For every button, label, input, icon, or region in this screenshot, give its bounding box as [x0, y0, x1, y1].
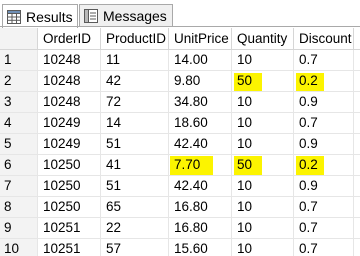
table-row: 4 10249 14 18.60 10 0.7	[0, 113, 360, 134]
table-row: 5 10249 51 42.40 10 0.9	[0, 134, 360, 155]
cell-quantity[interactable]: 10	[232, 134, 294, 154]
row-number[interactable]: 6	[0, 155, 38, 175]
row-number[interactable]: 9	[0, 218, 38, 238]
row-number[interactable]: 1	[0, 50, 38, 70]
cell-unitprice[interactable]: 34.80	[169, 92, 232, 112]
cell-orderid[interactable]: 10251	[38, 239, 101, 256]
cell-unitprice[interactable]: 18.60	[169, 113, 232, 133]
cell-quantity[interactable]: 10	[232, 197, 294, 217]
table-row: 8 10250 65 16.80 10 0.7	[0, 197, 360, 218]
table-row: 3 10248 72 34.80 10 0.9	[0, 92, 360, 113]
cell-productid[interactable]: 57	[101, 239, 169, 256]
cell-discount[interactable]: 0.7	[294, 50, 354, 70]
cell-discount[interactable]: 0.9	[294, 176, 354, 196]
corner-cell[interactable]	[0, 28, 38, 49]
cell-discount[interactable]: 0.2	[294, 155, 354, 175]
messages-icon	[84, 8, 98, 23]
column-header-unitprice[interactable]: UnitPrice	[169, 28, 232, 49]
table-row: 9 10251 22 16.80 10 0.7	[0, 218, 360, 239]
cell-productid[interactable]: 51	[101, 176, 169, 196]
cell-quantity[interactable]: 50	[232, 155, 294, 175]
row-number[interactable]: 3	[0, 92, 38, 112]
column-header-orderid[interactable]: OrderID	[38, 28, 101, 49]
cell-quantity[interactable]: 10	[232, 113, 294, 133]
results-grid[interactable]: OrderID ProductID UnitPrice Quantity Dis…	[0, 28, 360, 256]
cell-productid[interactable]: 42	[101, 71, 169, 91]
cell-productid[interactable]: 72	[101, 92, 169, 112]
cell-unitprice[interactable]: 16.80	[169, 197, 232, 217]
tab-messages-label: Messages	[103, 7, 167, 24]
row-number[interactable]: 2	[0, 71, 38, 91]
tab-divider	[0, 26, 360, 27]
cell-discount[interactable]: 0.7	[294, 113, 354, 133]
cell-orderid[interactable]: 10249	[38, 113, 101, 133]
cell-quantity[interactable]: 10	[232, 239, 294, 256]
row-number[interactable]: 5	[0, 134, 38, 154]
cell-unitprice[interactable]: 42.40	[169, 176, 232, 196]
cell-unitprice[interactable]: 9.80	[169, 71, 232, 91]
cell-quantity[interactable]: 10	[232, 92, 294, 112]
cell-productid[interactable]: 65	[101, 197, 169, 217]
cell-quantity[interactable]: 10	[232, 218, 294, 238]
tab-results[interactable]: Results	[2, 4, 78, 28]
column-header-quantity[interactable]: Quantity	[232, 28, 294, 49]
tab-messages[interactable]: Messages	[79, 4, 173, 26]
row-number[interactable]: 7	[0, 176, 38, 196]
cell-orderid[interactable]: 10248	[38, 92, 101, 112]
cell-discount[interactable]: 0.7	[294, 239, 354, 256]
cell-quantity[interactable]: 10	[232, 50, 294, 70]
cell-quantity[interactable]: 10	[232, 176, 294, 196]
table-row: 2 10248 42 9.80 50 0.2	[0, 71, 360, 92]
table-row: 6 10250 41 7.70 50 0.2	[0, 155, 360, 176]
cell-unitprice[interactable]: 7.70	[169, 155, 232, 175]
column-header-productid[interactable]: ProductID	[101, 28, 169, 49]
table-row: 7 10250 51 42.40 10 0.9	[0, 176, 360, 197]
cell-orderid[interactable]: 10250	[38, 176, 101, 196]
tab-results-label: Results	[26, 8, 73, 25]
row-number[interactable]: 10	[0, 239, 38, 256]
results-pane: Results Messages OrderID ProductID UnitP…	[0, 0, 360, 256]
table-row: 1 10248 11 14.00 10 0.7	[0, 50, 360, 71]
cell-orderid[interactable]: 10248	[38, 71, 101, 91]
cell-orderid[interactable]: 10250	[38, 197, 101, 217]
header-row: OrderID ProductID UnitPrice Quantity Dis…	[0, 28, 360, 50]
tab-strip: Results Messages	[0, 0, 360, 28]
cell-productid[interactable]: 14	[101, 113, 169, 133]
cell-productid[interactable]: 41	[101, 155, 169, 175]
cell-orderid[interactable]: 10250	[38, 155, 101, 175]
cell-unitprice[interactable]: 42.40	[169, 134, 232, 154]
cell-productid[interactable]: 51	[101, 134, 169, 154]
cell-discount[interactable]: 0.2	[294, 71, 354, 91]
column-header-discount[interactable]: Discount	[294, 28, 354, 49]
cell-discount[interactable]: 0.7	[294, 197, 354, 217]
cell-orderid[interactable]: 10249	[38, 134, 101, 154]
cell-orderid[interactable]: 10248	[38, 50, 101, 70]
cell-orderid[interactable]: 10251	[38, 218, 101, 238]
cell-unitprice[interactable]: 15.60	[169, 239, 232, 256]
cell-unitprice[interactable]: 16.80	[169, 218, 232, 238]
grid-icon	[7, 9, 21, 24]
table-row: 10 10251 57 15.60 10 0.7	[0, 239, 360, 256]
row-number[interactable]: 8	[0, 197, 38, 217]
cell-productid[interactable]: 11	[101, 50, 169, 70]
cell-unitprice[interactable]: 14.00	[169, 50, 232, 70]
cell-discount[interactable]: 0.9	[294, 134, 354, 154]
row-number[interactable]: 4	[0, 113, 38, 133]
cell-quantity[interactable]: 50	[232, 71, 294, 91]
cell-productid[interactable]: 22	[101, 218, 169, 238]
cell-discount[interactable]: 0.7	[294, 218, 354, 238]
cell-discount[interactable]: 0.9	[294, 92, 354, 112]
